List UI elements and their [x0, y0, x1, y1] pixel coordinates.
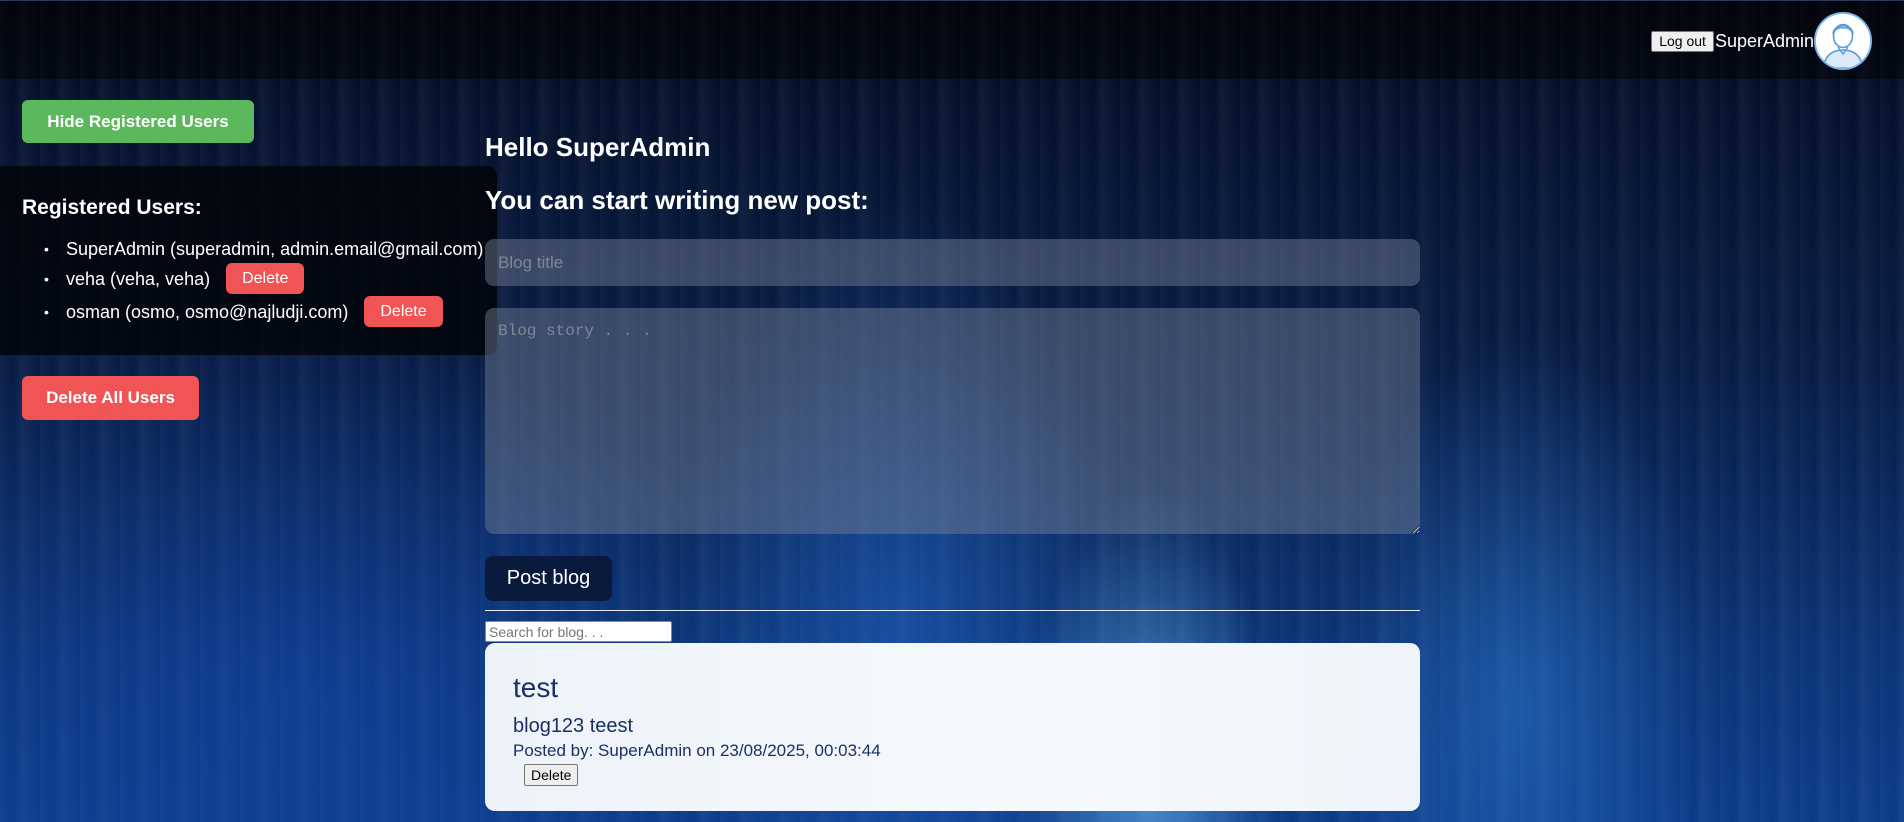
blog-card: test blog123 teest Posted by: SuperAdmin…	[485, 643, 1420, 811]
toggle-users-button[interactable]: Hide Registered Users	[22, 100, 254, 143]
logout-button[interactable]: Log out	[1651, 30, 1714, 52]
current-username: SuperAdmin	[1714, 30, 1814, 51]
user-area: Log out SuperAdmin	[1651, 12, 1872, 70]
delete-user-button[interactable]: Delete	[226, 263, 305, 294]
delete-blog-button[interactable]: Delete	[524, 764, 579, 786]
post-blog-button[interactable]: Post blog	[485, 556, 612, 601]
blog-search-input[interactable]	[485, 621, 672, 642]
delete-all-users-button[interactable]: Delete All Users	[22, 376, 199, 420]
user-item-label: veha (veha, veha)	[66, 268, 211, 289]
user-item-superadmin: SuperAdmin (superadmin, admin.email@gmai…	[66, 238, 483, 262]
blog-body: blog123 teest	[513, 715, 634, 737]
registered-users-heading: Registered Users:	[22, 196, 202, 219]
user-avatar-icon[interactable]	[1814, 12, 1872, 70]
user-item-label: SuperAdmin (superadmin, admin.email@gmai…	[66, 239, 484, 259]
user-item-label: osman (osmo, osmo@najludji.com)	[66, 301, 349, 322]
delete-user-button[interactable]: Delete	[364, 296, 443, 327]
blog-meta: Posted by: SuperAdmin on 23/08/2025, 00:…	[513, 741, 881, 760]
blog-title: test	[513, 672, 559, 703]
new-post-heading: You can start writing new post:	[485, 185, 869, 215]
greeting-heading: Hello SuperAdmin	[485, 132, 711, 162]
registered-users-panel: Registered Users: SuperAdmin (superadmin…	[0, 166, 497, 355]
blog-story-input[interactable]	[485, 308, 1420, 534]
user-item-osman: osman (osmo, osmo@najludji.com) Delete	[66, 295, 483, 328]
top-bar: Log out SuperAdmin	[0, 0, 1904, 79]
blog-title-input[interactable]	[485, 239, 1420, 286]
user-item-veha: veha (veha, veha) Delete	[66, 262, 483, 295]
users-list: SuperAdmin (superadmin, admin.email@gmai…	[22, 238, 483, 328]
divider	[485, 610, 1420, 611]
